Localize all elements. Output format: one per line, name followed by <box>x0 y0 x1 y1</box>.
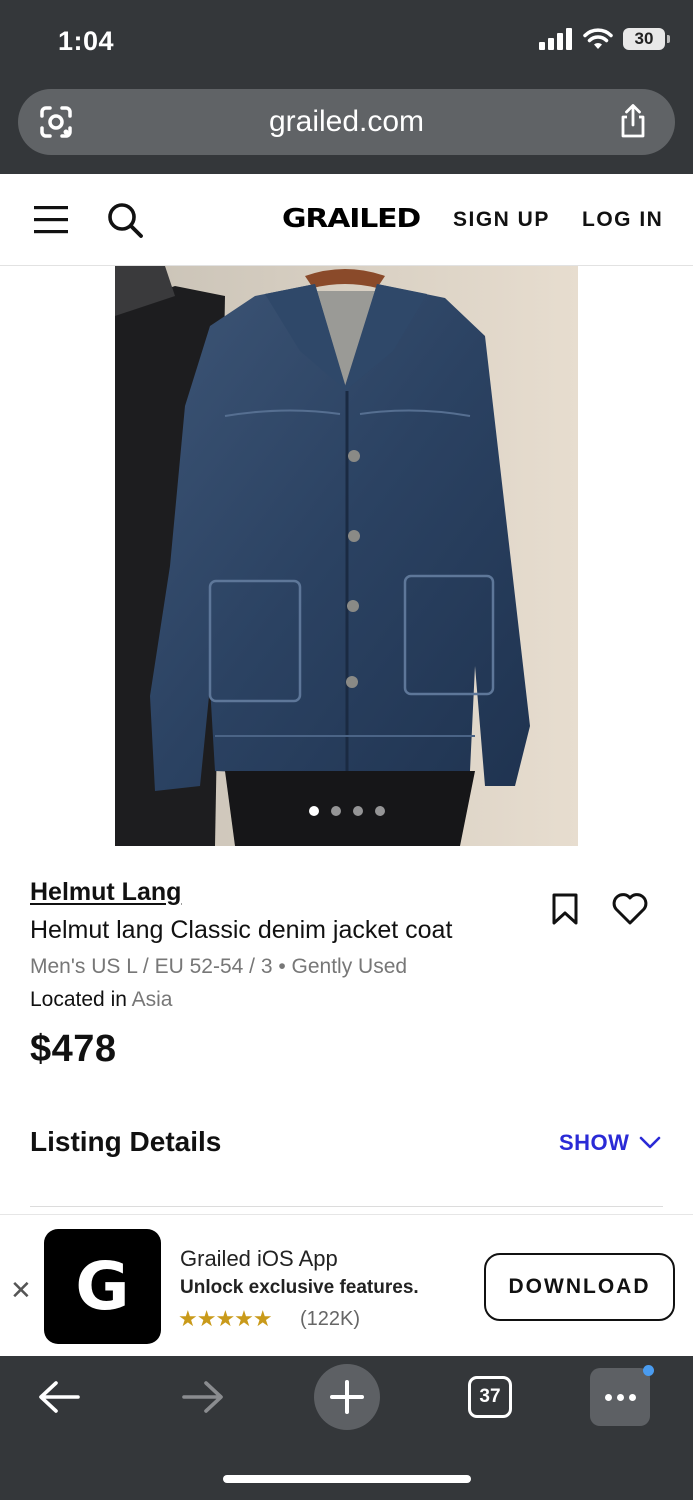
rating-count: (122K) <box>300 1308 361 1330</box>
app-subtitle: Unlock exclusive features. <box>180 1277 419 1298</box>
denim-jacket-photo <box>115 266 578 846</box>
app-name: Grailed iOS App <box>180 1246 338 1271</box>
close-icon[interactable]: ✕ <box>10 1277 32 1303</box>
price: $478 <box>30 1028 117 1070</box>
location-value: Asia <box>131 988 173 1011</box>
plus-icon <box>330 1380 364 1414</box>
new-tab-button[interactable] <box>314 1364 380 1430</box>
search-icon[interactable] <box>106 201 144 239</box>
location: Located in Asia <box>30 988 172 1012</box>
sign-up-link[interactable]: SIGN UP <box>453 208 550 232</box>
grailed-app-icon: G <box>44 1229 161 1344</box>
divider <box>30 1206 663 1207</box>
url-text: grailed.com <box>268 105 425 138</box>
size-condition: Men's US L / EU 52-54 / 3 • Gently Used <box>30 955 408 978</box>
brand-link[interactable]: Helmut Lang <box>30 878 181 907</box>
status-icons: 30 <box>539 28 670 50</box>
bookmark-icon[interactable] <box>550 892 580 926</box>
more-dot-icon <box>628 1393 636 1401</box>
status-time: 1:04 <box>58 26 115 56</box>
share-icon[interactable] <box>617 103 649 139</box>
more-dot-icon <box>604 1393 612 1401</box>
wifi-icon <box>583 28 613 49</box>
browser-url-area: grailed.com <box>0 86 693 174</box>
more-dot-icon <box>616 1393 624 1401</box>
back-arrow-icon[interactable] <box>36 1374 82 1420</box>
rating-stars: ★★★★★ <box>178 1306 273 1331</box>
more-menu-button[interactable] <box>590 1368 650 1426</box>
tab-switcher-button[interactable]: 37 <box>468 1376 512 1418</box>
carousel-dot-active[interactable] <box>308 806 319 816</box>
home-indicator <box>223 1475 471 1483</box>
download-button[interactable]: DOWNLOAD <box>484 1253 675 1321</box>
cellular-signal-icon <box>539 28 572 50</box>
browser-bottom-toolbar: 37 <box>0 1356 693 1500</box>
status-bar: 1:04 30 <box>0 0 693 86</box>
product-image-carousel[interactable] <box>115 266 578 846</box>
carousel-dot[interactable] <box>352 806 363 816</box>
location-label: Located in <box>30 988 132 1011</box>
log-in-link[interactable]: LOG IN <box>582 208 663 232</box>
show-label: SHOW <box>559 1130 630 1155</box>
carousel-indicator <box>115 806 578 816</box>
address-bar[interactable]: grailed.com <box>18 89 675 155</box>
grailed-logo[interactable]: GRAILED <box>282 204 421 234</box>
battery-indicator: 30 <box>623 28 670 50</box>
app-download-banner: ✕ G Grailed iOS App Unlock exclusive fea… <box>0 1214 693 1356</box>
hamburger-menu-icon[interactable] <box>34 205 70 235</box>
site-header: GRAILED SIGN UP LOG IN <box>0 174 693 266</box>
heart-icon[interactable] <box>611 892 649 926</box>
listing-details-heading: Listing Details <box>30 1126 222 1157</box>
chevron-down-icon <box>640 1136 661 1149</box>
carousel-dot[interactable] <box>330 806 341 816</box>
carousel-dot[interactable] <box>374 806 385 816</box>
notification-dot <box>643 1365 654 1376</box>
show-details-toggle[interactable]: SHOW <box>559 1130 661 1156</box>
forward-arrow-icon[interactable] <box>180 1374 226 1420</box>
listing-title: Helmut lang Classic denim jacket coat <box>30 916 453 944</box>
